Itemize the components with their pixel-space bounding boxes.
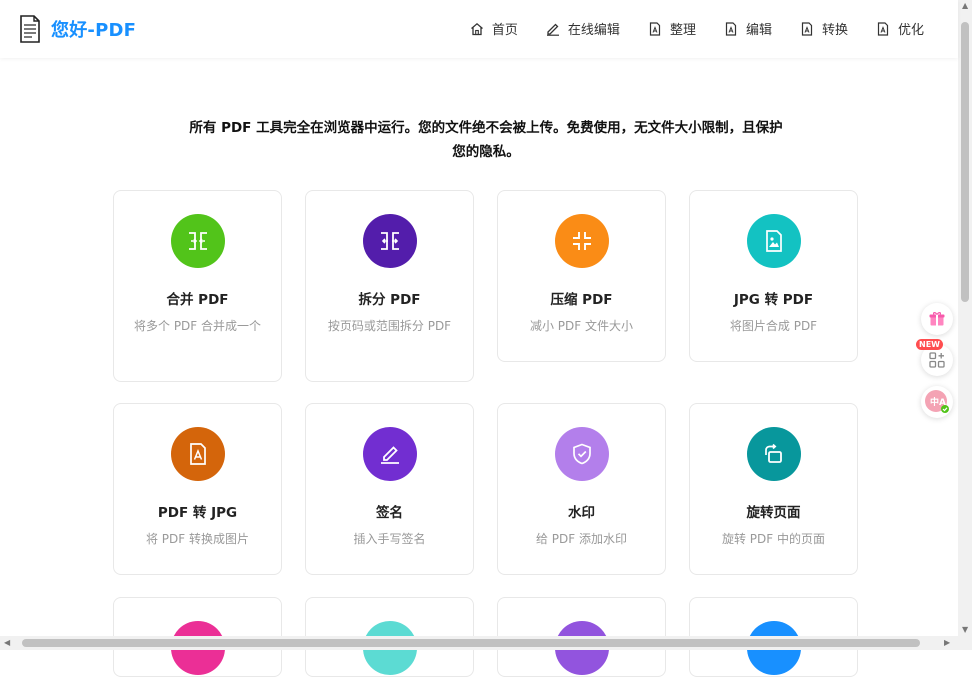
intro-text: 所有 PDF 工具完全在浏览器中运行。您的文件绝不会被上传。免费使用，无文件大小… — [150, 116, 822, 164]
nav-label: 编辑 — [745, 23, 772, 38]
tool-desc: 减小 PDF 文件大小 — [529, 319, 633, 333]
tool-title: JPG 转 PDF — [733, 292, 814, 308]
signature-pen-icon — [380, 446, 399, 464]
intro-line-2: 您的隐私。 — [452, 144, 520, 160]
translate-button[interactable]: 中A — [921, 386, 953, 418]
nav-label: 优化 — [897, 23, 924, 38]
split-icon — [380, 232, 399, 250]
tool-desc: 将多个 PDF 合并成一个 — [134, 319, 262, 333]
apps-grid-icon — [929, 352, 945, 368]
intro-line-1: 所有 PDF 工具完全在浏览器中运行。您的文件绝不会被上传。免费使用，无文件大小… — [189, 120, 783, 136]
tool-icon-circle — [554, 214, 609, 268]
tool-card-signature[interactable]: 签名 插入手写签名 — [305, 403, 474, 575]
nav-optimize[interactable]: 优化 — [876, 19, 924, 38]
gift-button[interactable] — [921, 303, 953, 335]
tool-title: 压缩 PDF — [550, 292, 613, 308]
pdf-file-icon — [725, 21, 737, 36]
tool-title: 水印 — [568, 505, 595, 521]
nav-organize[interactable]: 整理 — [648, 19, 696, 38]
tool-title: PDF 转 JPG — [157, 505, 238, 521]
scroll-left-arrow-icon[interactable]: ◀ — [4, 639, 10, 647]
tool-icon-circle — [170, 427, 225, 481]
tool-title: 拆分 PDF — [358, 292, 421, 308]
vertical-scrollbar-thumb[interactable] — [961, 22, 969, 302]
merge-icon — [188, 232, 207, 250]
scroll-right-arrow-icon[interactable]: ▶ — [944, 639, 950, 647]
tool-desc: 将 PDF 转换成图片 — [145, 532, 249, 546]
tool-desc: 旋转 PDF 中的页面 — [721, 532, 825, 546]
tool-icon-circle — [362, 427, 417, 481]
nav-online-edit[interactable]: 在线编辑 — [546, 19, 620, 38]
tool-card-rotate[interactable]: 旋转页面 旋转 PDF 中的页面 — [689, 403, 858, 575]
translate-icon: 中A — [925, 390, 949, 413]
main-nav: 首页 在线编辑 整理 编辑 转换 优化 — [442, 19, 924, 38]
rotate-icon — [764, 443, 782, 463]
pdf-file-icon — [877, 21, 889, 36]
shield-check-icon — [572, 443, 591, 465]
tool-desc: 按页码或范围拆分 PDF — [327, 319, 452, 333]
pdf-file-icon — [649, 21, 661, 36]
tool-card-merge[interactable]: 合并 PDF 将多个 PDF 合并成一个 — [113, 190, 282, 382]
pdf-file-icon — [189, 443, 206, 465]
horizontal-scrollbar-thumb[interactable] — [22, 639, 920, 647]
tool-title: 旋转页面 — [746, 505, 801, 521]
nav-home[interactable]: 首页 — [470, 19, 518, 38]
tool-card-watermark[interactable]: 水印 给 PDF 添加水印 — [497, 403, 666, 575]
compress-icon — [572, 232, 591, 250]
scroll-up-arrow-icon[interactable]: ▲ — [962, 2, 968, 10]
tool-title: 签名 — [376, 505, 403, 521]
nav-convert[interactable]: 转换 — [800, 19, 848, 38]
pdf-file-icon — [801, 21, 813, 36]
tool-icon-circle — [170, 214, 225, 268]
pen-icon — [546, 23, 559, 36]
home-icon — [470, 22, 483, 35]
logo[interactable]: 您好-PDF — [19, 15, 136, 43]
top-header: 您好-PDF 首页 在线编辑 整理 编辑 转换 优化 — [0, 0, 958, 58]
new-badge: NEW — [916, 339, 943, 350]
tool-desc: 将图片合成 PDF — [729, 319, 818, 333]
gift-icon — [929, 312, 945, 326]
nav-label: 整理 — [669, 23, 696, 38]
tool-card-split[interactable]: 拆分 PDF 按页码或范围拆分 PDF — [305, 190, 474, 382]
tool-desc: 插入手写签名 — [353, 532, 426, 546]
tool-icon-circle — [746, 214, 801, 268]
tool-desc: 给 PDF 添加水印 — [535, 532, 627, 546]
nav-label: 在线编辑 — [567, 23, 620, 38]
nav-label: 转换 — [821, 23, 848, 38]
tool-card-compress[interactable]: 压缩 PDF 减小 PDF 文件大小 — [497, 190, 666, 362]
tool-icon-circle — [362, 214, 417, 268]
scroll-down-arrow-icon[interactable]: ▼ — [962, 626, 968, 634]
tool-title: 合并 PDF — [166, 292, 229, 308]
tool-card-pdf-to-jpg[interactable]: PDF 转 JPG 将 PDF 转换成图片 — [113, 403, 282, 575]
nav-label: 首页 — [491, 23, 518, 38]
brand-name: 您好-PDF — [51, 20, 137, 41]
document-logo-icon — [20, 15, 40, 43]
tool-icon-circle — [554, 427, 609, 481]
tool-card-jpg-to-pdf[interactable]: JPG 转 PDF 将图片合成 PDF — [689, 190, 858, 362]
nav-edit[interactable]: 编辑 — [724, 19, 772, 38]
tool-icon-circle — [746, 427, 801, 481]
image-file-icon — [765, 230, 782, 252]
